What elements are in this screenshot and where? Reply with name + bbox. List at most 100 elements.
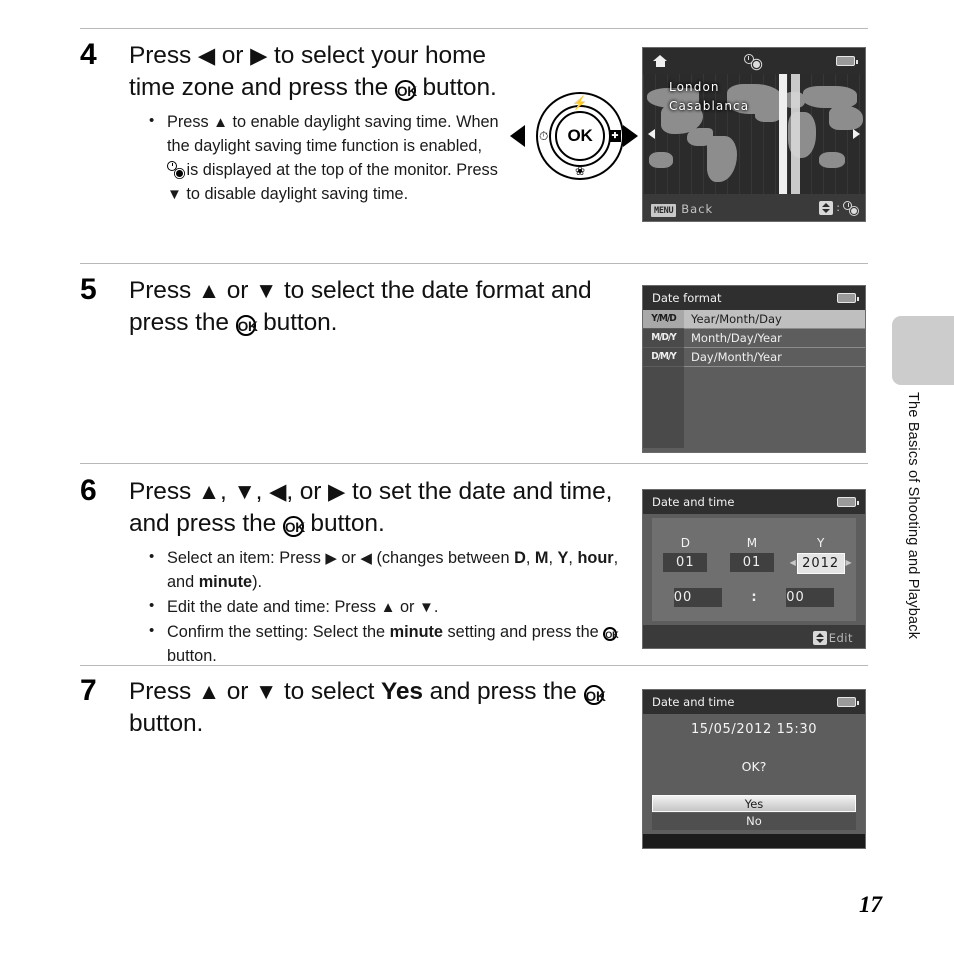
ok-button-icon: OK	[235, 315, 258, 337]
year-prev-cue-icon: ◀	[789, 558, 796, 567]
step-7-heading: Press ▲ or ▼ to select Yes and press the…	[129, 678, 606, 737]
day-field[interactable]: D 01	[663, 536, 708, 574]
map-left-arrow-icon[interactable]	[648, 129, 655, 139]
list-item: Edit the date and time: Press ▲ or ▼.	[147, 595, 625, 620]
up-arrow-icon: ▲	[380, 598, 396, 616]
diagram-left-arrow-icon	[510, 125, 525, 147]
world-time-status-bar	[643, 48, 865, 74]
screen-date-format: Date format Y/M/D Year/Month/Day M/D/Y M…	[642, 285, 866, 453]
right-arrow-icon: ▶	[250, 43, 268, 68]
year-field[interactable]: Y ◀ 2012 ▶	[790, 536, 852, 574]
confirm-question: OK?	[741, 759, 767, 774]
battery-icon	[837, 697, 859, 707]
list-item[interactable]: Y/M/D Year/Month/Day	[643, 310, 865, 328]
city-label-primary: London	[669, 80, 720, 94]
battery-icon	[837, 497, 859, 507]
up-arrow-icon: ▲	[197, 679, 221, 704]
down-arrow-icon: ▼	[255, 278, 278, 303]
hour-value[interactable]: 00	[673, 588, 722, 607]
battery-icon	[837, 293, 859, 303]
step-4-body: Press ◀ or ▶ to select your home time zo…	[129, 40, 500, 207]
format-label: Year/Month/Day	[691, 312, 782, 326]
date-time-panel: D 01 M 01 Y ◀ 2012 ▶ 00: 00	[652, 518, 856, 621]
format-tag: M/D/Y	[643, 329, 684, 347]
ok-center-label: OK	[555, 111, 605, 161]
macro-flower-icon: ❀	[574, 164, 586, 178]
list-item: Confirm the setting: Select the minute s…	[147, 620, 625, 669]
chapter-label: The Basics of Shooting and Playback	[905, 392, 921, 640]
step-5-body: Press ▲ or ▼ to select the date format a…	[129, 275, 610, 339]
section-rule-step5	[80, 263, 868, 264]
multi-selector-diagram: ⚡ ❀ ⏱ ✚ OK	[508, 92, 640, 180]
month-caption: M	[746, 536, 758, 550]
ok-button-icon: OK	[603, 626, 619, 641]
minute-value[interactable]: 00	[786, 588, 835, 607]
day-caption: D	[680, 536, 690, 550]
month-value: 01	[729, 553, 774, 572]
date-time-footer: Edit	[643, 625, 865, 648]
list-item: Press ▲ to enable daylight saving time. …	[147, 110, 500, 207]
menu-back-control[interactable]: MENU Back	[651, 198, 713, 218]
step-6-number: 6	[80, 474, 97, 507]
dst-hint: :	[819, 200, 857, 215]
up-down-icon	[812, 630, 827, 645]
step-5: 5 Press ▲ or ▼ to select the date format…	[80, 275, 610, 339]
right-arrow-icon: ▶	[325, 549, 337, 567]
down-arrow-icon: ▼	[255, 679, 278, 704]
list-item[interactable]: M/D/Y Month/Day/Year	[643, 329, 865, 347]
up-arrow-icon: ▲	[197, 278, 221, 303]
no-button[interactable]: No	[652, 813, 856, 830]
month-field[interactable]: M 01	[729, 536, 774, 574]
daylight-saving-icon	[843, 201, 857, 214]
day-value: 01	[663, 553, 708, 572]
down-arrow-icon: ▼	[233, 479, 256, 504]
time-separator: :	[751, 590, 757, 605]
confirm-footer	[643, 834, 865, 848]
screen-date-time: Date and time D 01 M 01 Y ◀ 2012 ▶ 00: …	[642, 489, 866, 649]
left-arrow-icon: ◀	[269, 479, 287, 504]
left-arrow-icon: ◀	[197, 43, 216, 68]
self-timer-icon: ⏱	[539, 129, 549, 143]
confirm-body: 15/05/2012 15:30 OK? Yes No	[643, 714, 865, 834]
date-format-list: Y/M/D Year/Month/Day M/D/Y Month/Day/Yea…	[643, 310, 865, 452]
left-arrow-icon: ◀	[360, 549, 372, 567]
format-tag: Y/M/D	[643, 310, 684, 328]
edit-label: Edit	[828, 630, 853, 645]
manual-page: 4 Press ◀ or ▶ to select your home time …	[0, 0, 954, 954]
ok-button-icon: OK	[282, 516, 305, 538]
confirm-title-bar: Date and time	[643, 690, 865, 714]
up-down-icon	[819, 200, 834, 215]
step-6-bullets: Select an item: Press ▶ or ◀ (changes be…	[147, 546, 625, 669]
page-number: 17	[859, 892, 882, 917]
step-6-body: Press ▲, ▼, ◀, or ▶ to set the date and …	[129, 476, 625, 668]
back-label: Back	[681, 201, 714, 216]
step-7-body: Press ▲ or ▼ to select Yes and press the…	[129, 676, 625, 740]
chapter-tab	[892, 316, 954, 385]
list-item[interactable]: D/M/Y Day/Month/Year	[643, 348, 865, 366]
up-arrow-icon: ▲	[213, 113, 228, 131]
time-fields-row: 00 : 00	[652, 588, 856, 607]
flash-icon: ⚡	[571, 95, 589, 110]
year-value: 2012	[796, 553, 845, 574]
multi-selector-dial: ⚡ ❀ ⏱ ✚ OK	[536, 92, 624, 180]
confirm-buttons: Yes No	[652, 795, 856, 830]
yes-button[interactable]: Yes	[652, 795, 856, 812]
date-time-body: D 01 M 01 Y ◀ 2012 ▶ 00: 00	[643, 514, 865, 625]
page-title: Date format	[652, 291, 722, 305]
down-arrow-icon: ▼	[167, 185, 182, 203]
exposure-compensation-icon: ✚	[609, 130, 621, 142]
year-next-cue-icon: ▶	[845, 558, 852, 567]
date-fields-row: D 01 M 01 Y ◀ 2012 ▶	[652, 536, 856, 574]
down-arrow-icon: ▼	[418, 598, 434, 616]
map-right-arrow-icon[interactable]	[853, 129, 860, 139]
page-title: Date and time	[652, 495, 735, 509]
step-4-heading: Press ◀ or ▶ to select your home time zo…	[129, 42, 497, 102]
step-7: 7 Press ▲ or ▼ to select Yes and press t…	[80, 676, 625, 740]
step-5-number: 5	[80, 273, 97, 306]
format-tag: D/M/Y	[643, 348, 684, 366]
menu-badge: MENU	[651, 204, 677, 218]
screen-world-time: London Casablanca MENU Back :	[642, 47, 866, 222]
step-7-number: 7	[80, 674, 97, 707]
diagram-right-arrow-icon	[623, 125, 638, 147]
world-time-footer: MENU Back :	[643, 194, 865, 221]
